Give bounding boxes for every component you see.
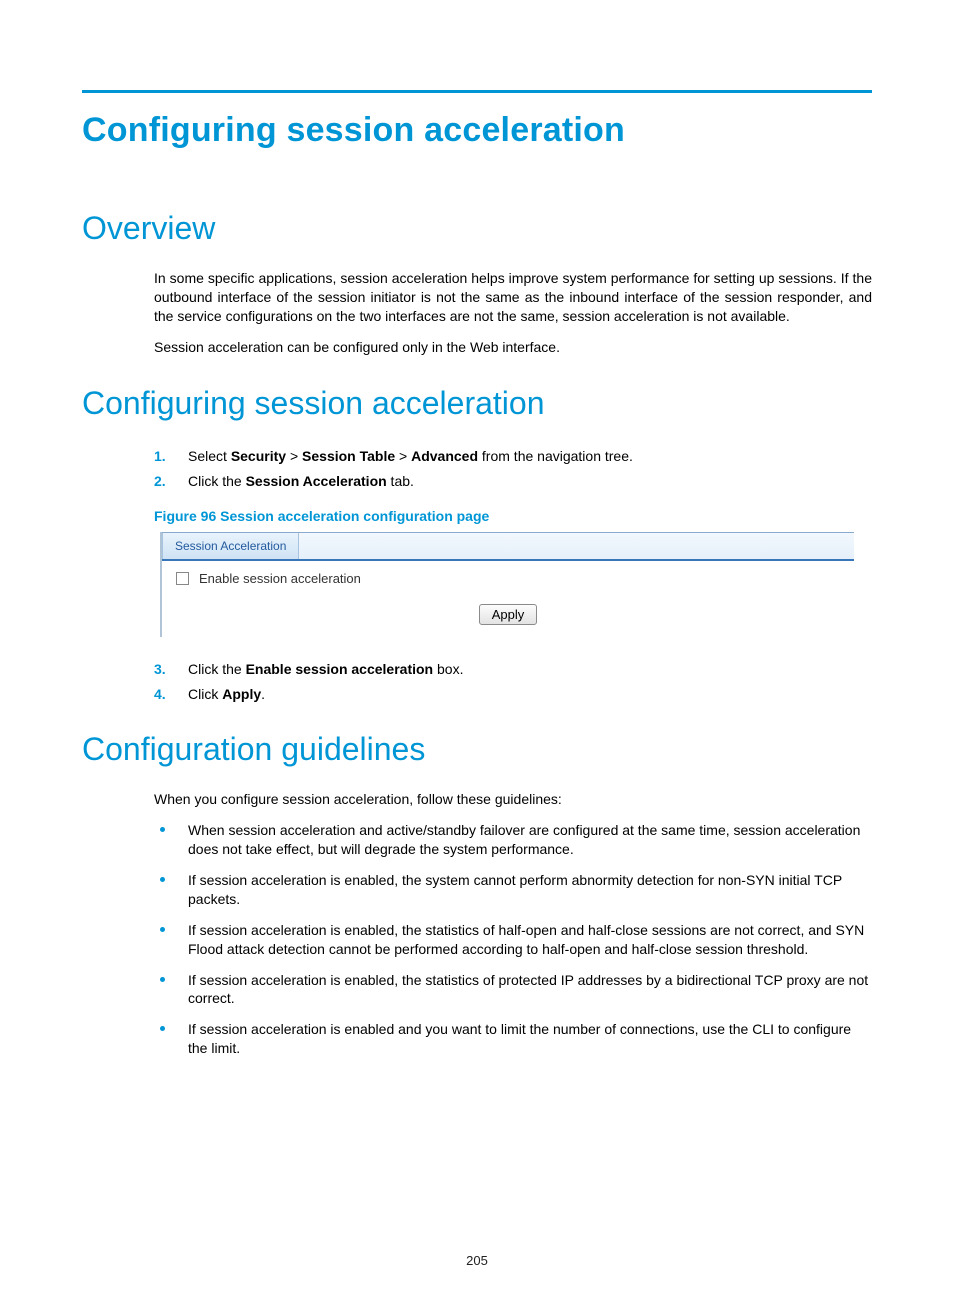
step-number: 4. [154, 682, 166, 707]
page-title: Configuring session acceleration [82, 111, 872, 150]
guideline-item: If session acceleration is enabled, the … [154, 921, 872, 959]
screenshot-body: Enable session acceleration Apply [162, 561, 854, 637]
config-body: 1. Select Security > Session Table > Adv… [154, 444, 872, 708]
step-number: 1. [154, 444, 166, 469]
overview-body: In some specific applications, session a… [154, 269, 872, 357]
step-number: 3. [154, 657, 166, 682]
step-text: Click Apply. [188, 686, 265, 702]
section-heading-guidelines: Configuration guidelines [82, 731, 872, 768]
apply-row: Apply [176, 604, 840, 625]
config-step-2: 2. Click the Session Acceleration tab. [154, 469, 872, 494]
step-text: Click the Session Acceleration tab. [188, 473, 414, 489]
step-number: 2. [154, 469, 166, 494]
guidelines-body: When you configure session acceleration,… [154, 790, 872, 1058]
section-heading-config: Configuring session acceleration [82, 385, 872, 422]
guideline-item: If session acceleration is enabled and y… [154, 1020, 872, 1058]
guidelines-bullets: When session acceleration and active/sta… [154, 821, 872, 1058]
enable-session-acceleration-checkbox[interactable] [176, 572, 189, 585]
figure-caption: Figure 96 Session acceleration configura… [154, 508, 872, 524]
section-heading-overview: Overview [82, 210, 872, 247]
guideline-item: If session acceleration is enabled, the … [154, 871, 872, 909]
config-step-4: 4. Click Apply. [154, 682, 872, 707]
tab-session-acceleration[interactable]: Session Acceleration [162, 533, 299, 559]
overview-paragraph: In some specific applications, session a… [154, 269, 872, 326]
config-steps: 1. Select Security > Session Table > Adv… [154, 444, 872, 494]
overview-paragraph: Session acceleration can be configured o… [154, 338, 872, 357]
page-number: 205 [0, 1253, 954, 1268]
screenshot-tabbar: Session Acceleration [162, 532, 854, 561]
config-step-1: 1. Select Security > Session Table > Adv… [154, 444, 872, 469]
page-top-rule [82, 90, 872, 93]
figure-screenshot: Session Acceleration Enable session acce… [160, 532, 854, 637]
enable-session-acceleration-label: Enable session acceleration [199, 571, 361, 586]
enable-session-acceleration-row: Enable session acceleration [176, 571, 840, 586]
apply-button[interactable]: Apply [479, 604, 538, 625]
guideline-item: When session acceleration and active/sta… [154, 821, 872, 859]
step-text: Select Security > Session Table > Advanc… [188, 448, 633, 464]
config-steps-cont: 3. Click the Enable session acceleration… [154, 657, 872, 707]
page: Configuring session acceleration Overvie… [0, 0, 954, 1296]
guidelines-intro: When you configure session acceleration,… [154, 790, 872, 809]
step-text: Click the Enable session acceleration bo… [188, 661, 463, 677]
guideline-item: If session acceleration is enabled, the … [154, 971, 872, 1009]
config-step-3: 3. Click the Enable session acceleration… [154, 657, 872, 682]
